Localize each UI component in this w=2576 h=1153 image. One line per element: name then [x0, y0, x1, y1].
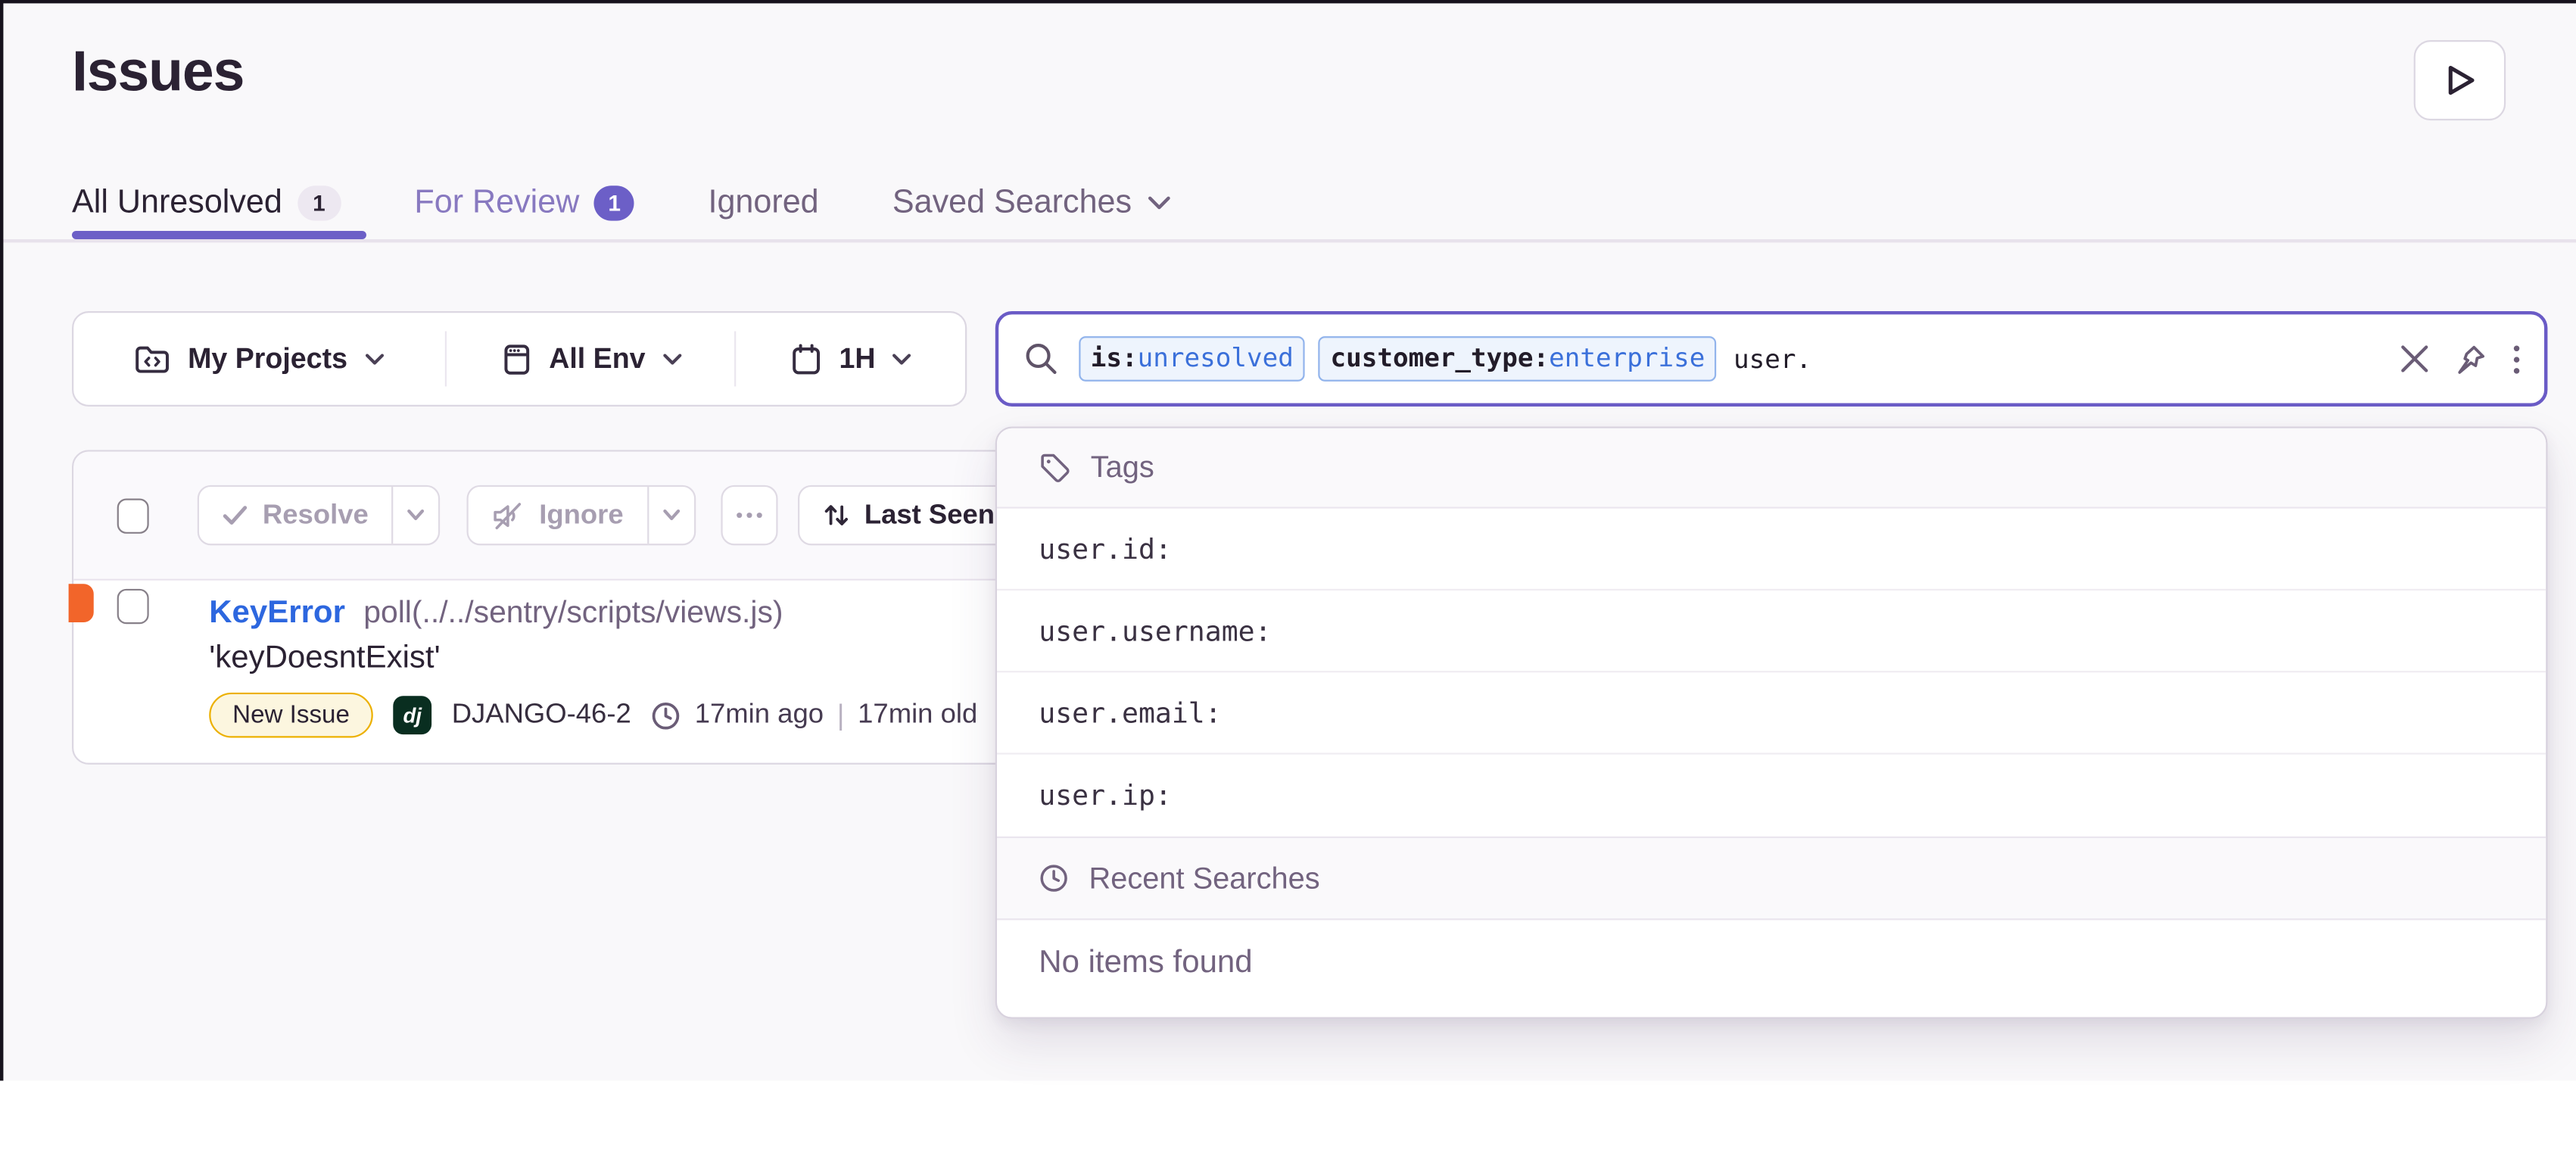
bottom-backdrop	[0, 1080, 2576, 1152]
tag-suggestion-user-email[interactable]: user.email:	[997, 672, 2546, 754]
token-value: enterprise	[1549, 343, 1705, 376]
window-edge-top	[0, 0, 2576, 3]
chevron-down-icon	[364, 352, 385, 366]
tag-icon	[1039, 452, 1070, 484]
resolve-label: Resolve	[263, 500, 369, 531]
tab-for-review[interactable]: For Review 1	[414, 184, 634, 223]
pin-icon	[2454, 342, 2487, 376]
issue-short-id: DJANGO-46-2	[452, 700, 631, 731]
ellipsis-icon	[736, 512, 762, 519]
search-icon	[1023, 341, 1058, 376]
chevron-down-icon	[1147, 196, 1170, 211]
search-token-customer-type[interactable]: customer_type:enterprise	[1319, 337, 1717, 381]
chevron-down-icon	[662, 509, 680, 522]
times-separator: |	[837, 699, 845, 732]
error-level-bar	[69, 584, 94, 622]
new-issue-badge: New Issue	[209, 693, 373, 738]
recent-searches-label: Recent Searches	[1089, 861, 1320, 896]
issue-title-link[interactable]: KeyError	[209, 596, 345, 633]
clear-search-button[interactable]	[2400, 344, 2429, 373]
issue-checkbox[interactable]	[117, 589, 149, 624]
token-key: customer_type:	[1330, 343, 1549, 376]
tabs-divider	[0, 239, 2576, 242]
token-key: is:	[1091, 343, 1138, 376]
overflow-vertical-icon	[2512, 344, 2521, 374]
sort-arrows-icon	[823, 502, 849, 528]
sort-label: Last Seen	[864, 500, 995, 531]
tab-label: For Review	[414, 184, 579, 223]
resolve-dropdown-button[interactable]	[392, 487, 439, 544]
play-icon	[2443, 62, 2476, 99]
environment-filter[interactable]: All Env	[447, 313, 734, 405]
close-icon	[2400, 344, 2429, 373]
tab-count-badge: 1	[297, 185, 341, 220]
tags-header-label: Tags	[1091, 450, 1154, 485]
search-autocomplete-dropdown: Tags user.id: user.username: user.email:…	[995, 426, 2548, 1018]
issue-first-seen: 17min old	[858, 700, 977, 731]
tag-suggestion-user-username[interactable]: user.username:	[997, 591, 2546, 672]
resolve-button-group: Resolve	[198, 485, 441, 546]
tag-suggestion-user-ip[interactable]: user.ip:	[997, 755, 2546, 837]
clock-icon	[651, 700, 681, 731]
mute-icon	[492, 501, 524, 530]
search-menu-button[interactable]	[2512, 344, 2521, 374]
search-actions	[2400, 342, 2521, 376]
ignore-dropdown-button[interactable]	[647, 487, 694, 544]
time-range-filter[interactable]: 1H	[736, 313, 965, 405]
calendar-icon	[789, 342, 822, 376]
issue-search-bar[interactable]: is:unresolved customer_type:enterprise u…	[995, 311, 2548, 407]
select-all-checkbox[interactable]	[117, 497, 149, 532]
replay-play-button[interactable]	[2414, 40, 2506, 120]
search-query-text[interactable]: user.	[1733, 344, 1811, 374]
time-range-filter-value: 1H	[839, 342, 875, 376]
tab-label: Ignored	[708, 184, 818, 223]
issue-tabs: All Unresolved 1 For Review 1 Ignored Sa…	[72, 184, 1170, 223]
tab-saved-searches[interactable]: Saved Searches	[892, 184, 1170, 223]
django-project-icon: dj	[393, 696, 431, 734]
ignore-label: Ignore	[539, 500, 623, 531]
resolve-button[interactable]: Resolve	[199, 487, 392, 544]
chevron-down-icon	[892, 352, 913, 366]
recent-searches-header: Recent Searches	[997, 837, 2546, 920]
tab-label: All Unresolved	[72, 184, 282, 223]
project-filter-value: My Projects	[188, 342, 347, 376]
issue-age: 17min ago	[695, 700, 824, 731]
tab-all-unresolved[interactable]: All Unresolved 1	[72, 184, 341, 223]
window-icon	[499, 342, 532, 376]
page-filter-bar: My Projects All Env	[72, 311, 967, 407]
checkmark-icon	[223, 505, 248, 525]
window-edge-left	[0, 0, 3, 1080]
tab-count-badge: 1	[594, 185, 634, 220]
ignore-button-group: Ignore	[467, 485, 695, 546]
pin-search-button[interactable]	[2454, 342, 2487, 376]
token-value: unresolved	[1138, 343, 1294, 376]
issue-times: 17min ago | 17min old	[651, 699, 977, 732]
tags-section-header: Tags	[997, 428, 2546, 509]
project-filter[interactable]: My Projects	[73, 313, 445, 405]
chevron-down-icon	[407, 509, 425, 522]
chevron-down-icon	[662, 352, 683, 366]
issues-page: Issues All Unresolved 1 For Review 1 Ign…	[0, 0, 2576, 1153]
environment-filter-value: All Env	[549, 342, 645, 376]
page-title: Issues	[72, 40, 244, 105]
ignore-button[interactable]: Ignore	[469, 487, 646, 544]
sort-button[interactable]: Last Seen	[797, 485, 1020, 546]
clock-icon	[1039, 863, 1069, 893]
tab-label: Saved Searches	[892, 184, 1132, 223]
issue-culprit: poll(../../sentry/scripts/views.js)	[363, 594, 783, 631]
search-token-status[interactable]: is:unresolved	[1079, 337, 1305, 381]
active-tab-underline	[72, 231, 366, 238]
tag-suggestion-user-id[interactable]: user.id:	[997, 509, 2546, 591]
no-items-found-text: No items found	[997, 920, 2546, 1007]
folder-code-icon	[134, 342, 171, 376]
tab-ignored[interactable]: Ignored	[708, 184, 818, 223]
more-actions-button[interactable]	[721, 485, 777, 546]
